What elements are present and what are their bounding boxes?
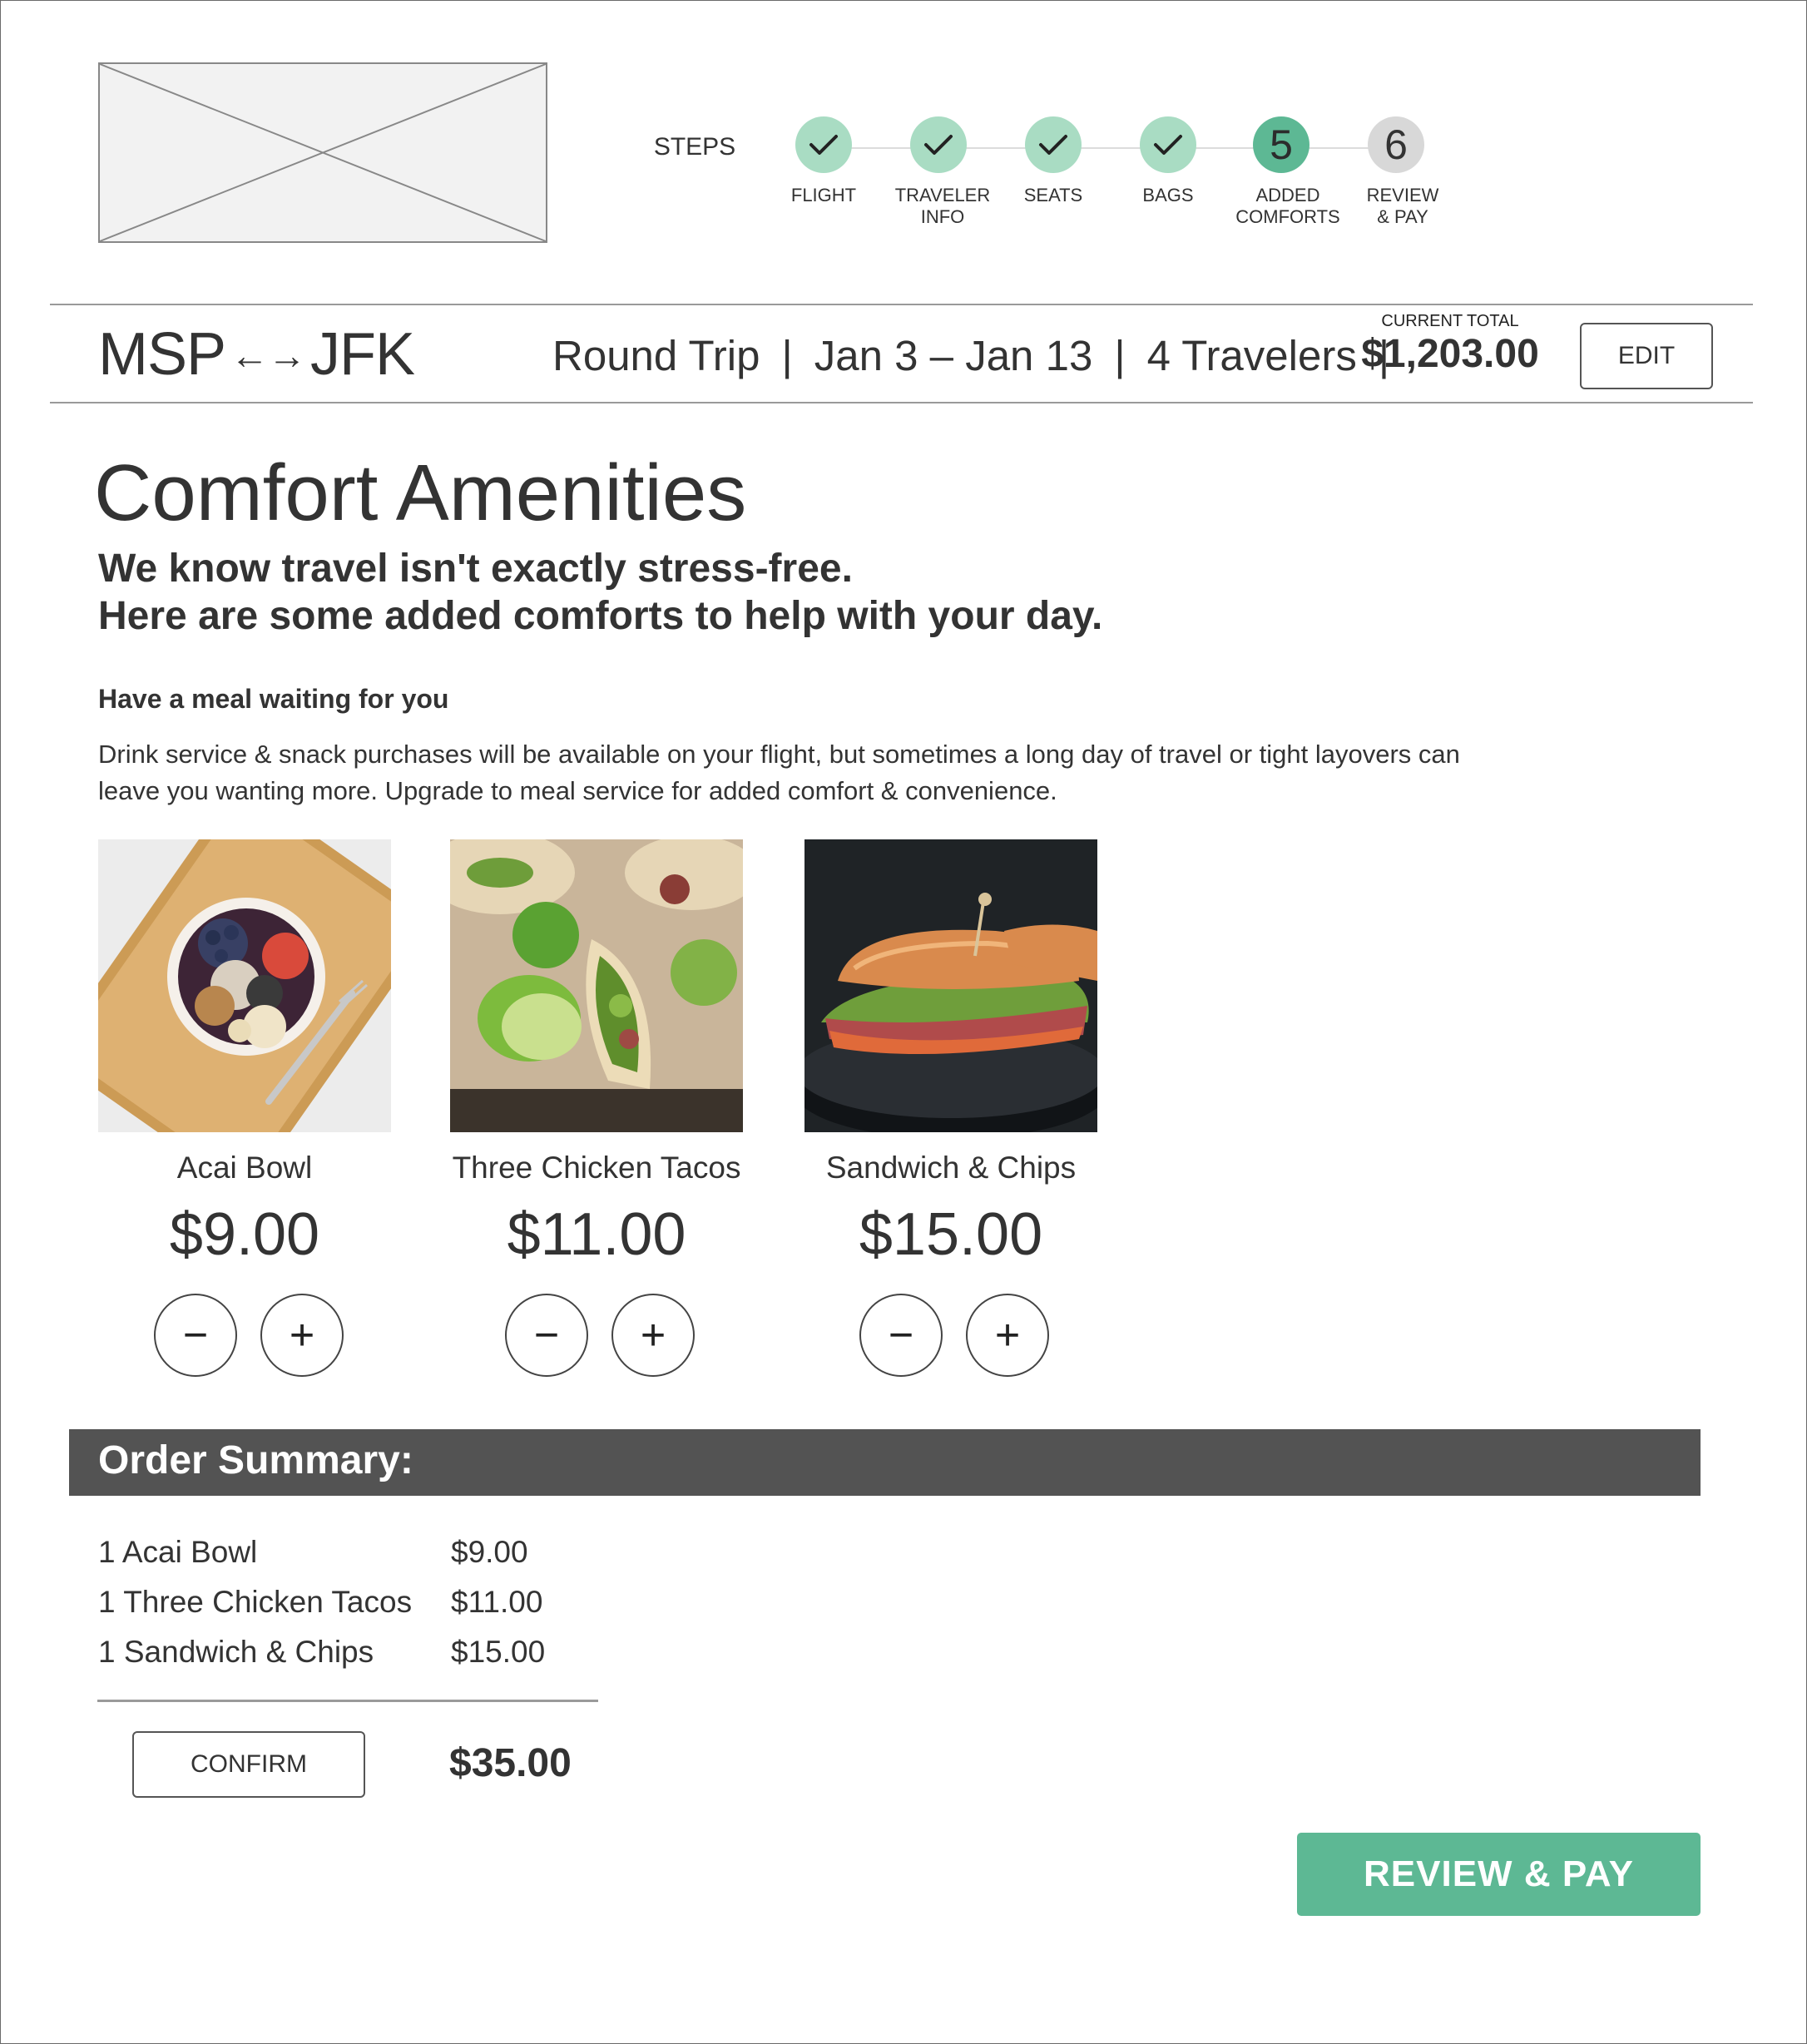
meal-price: $11.00 bbox=[507, 1201, 686, 1268]
decrease-quantity-button[interactable]: − bbox=[154, 1294, 237, 1377]
separator: | bbox=[781, 332, 793, 379]
divider bbox=[50, 402, 1753, 403]
traveler-count: 4 Travelers bbox=[1146, 332, 1357, 379]
meal-name: Acai Bowl bbox=[176, 1151, 313, 1185]
decrease-quantity-button[interactable]: − bbox=[505, 1294, 588, 1377]
image-placeholder-icon bbox=[100, 64, 546, 241]
meal-section-heading: Have a meal waiting for you bbox=[98, 684, 449, 714]
meal-price: $15.00 bbox=[859, 1201, 1043, 1268]
step-complete-check-icon bbox=[795, 116, 852, 173]
decrease-quantity-button[interactable]: − bbox=[859, 1294, 943, 1377]
steps-label: STEPS bbox=[653, 133, 736, 161]
step-label: REVIEW & PAY bbox=[1366, 185, 1439, 227]
summary-item-price: $9.00 bbox=[451, 1535, 528, 1569]
round-trip-arrows-icon: ←→ bbox=[230, 333, 306, 377]
meal-price: $9.00 bbox=[169, 1201, 320, 1268]
summary-item: 1 Acai Bowl bbox=[98, 1535, 258, 1569]
route: MSP ←→JFK bbox=[98, 320, 415, 389]
page-title: Comfort Amenities bbox=[94, 448, 747, 537]
meal-name: Three Chicken Tacos bbox=[452, 1151, 741, 1185]
destination-code: JFK bbox=[310, 321, 415, 388]
confirm-button[interactable]: CONFIRM bbox=[132, 1731, 365, 1798]
intro-line: Here are some added comforts to help wit… bbox=[98, 594, 1103, 638]
current-total-value: $1,203.00 bbox=[1361, 332, 1539, 376]
summary-divider bbox=[97, 1700, 598, 1702]
order-total: $35.00 bbox=[449, 1741, 572, 1785]
step-number: 6 bbox=[1368, 116, 1424, 173]
increase-quantity-button[interactable]: + bbox=[611, 1294, 695, 1377]
meal-section-description: Drink service & snack purchases will be … bbox=[98, 740, 1460, 805]
increase-quantity-button[interactable]: + bbox=[966, 1294, 1049, 1377]
meal-card-acai-bowl: Acai Bowl $9.00 bbox=[98, 839, 391, 1269]
acai-bowl-photo bbox=[98, 839, 391, 1132]
step-complete-check-icon bbox=[1140, 116, 1196, 173]
step-number: 5 bbox=[1253, 116, 1309, 173]
meal-card-sandwich-chips: Sandwich & Chips $15.00 bbox=[804, 839, 1097, 1269]
intro-line: We know travel isn't exactly stress-free… bbox=[98, 547, 853, 591]
step-complete-check-icon bbox=[1025, 116, 1082, 173]
trip-details: Round Trip | Jan 3 – Jan 13 | 4 Travelers | bbox=[552, 331, 1411, 380]
meal-card-three-chicken-tacos: Three Chicken Tacos $11.00 bbox=[450, 839, 743, 1269]
intro-text: We know travel isn't exactly stress-free… bbox=[98, 545, 1102, 640]
origin-code: MSP bbox=[98, 321, 226, 388]
summary-item-price: $15.00 bbox=[451, 1635, 546, 1669]
summary-item-price: $11.00 bbox=[451, 1585, 543, 1619]
divider bbox=[50, 304, 1753, 305]
step-complete-check-icon bbox=[910, 116, 967, 173]
separator: | bbox=[1114, 332, 1126, 379]
trip-dates: Jan 3 – Jan 13 bbox=[814, 332, 1093, 379]
edit-trip-button[interactable]: EDIT bbox=[1580, 323, 1713, 389]
order-summary-title: Order Summary: bbox=[98, 1438, 413, 1482]
trip-type: Round Trip bbox=[552, 332, 760, 379]
step-review-pay[interactable]: 6 REVIEW & PAY bbox=[1325, 116, 1467, 228]
tacos-photo bbox=[450, 839, 743, 1132]
logo-placeholder bbox=[98, 62, 547, 243]
summary-item: 1 Sandwich & Chips bbox=[98, 1635, 374, 1669]
increase-quantity-button[interactable]: + bbox=[260, 1294, 344, 1377]
summary-item: 1 Three Chicken Tacos bbox=[98, 1585, 413, 1619]
review-pay-button[interactable]: REVIEW & PAY bbox=[1297, 1833, 1701, 1916]
sandwich-photo bbox=[804, 839, 1097, 1132]
meal-name: Sandwich & Chips bbox=[825, 1151, 1077, 1185]
current-total-label: CURRENT TOTAL bbox=[1381, 312, 1519, 330]
